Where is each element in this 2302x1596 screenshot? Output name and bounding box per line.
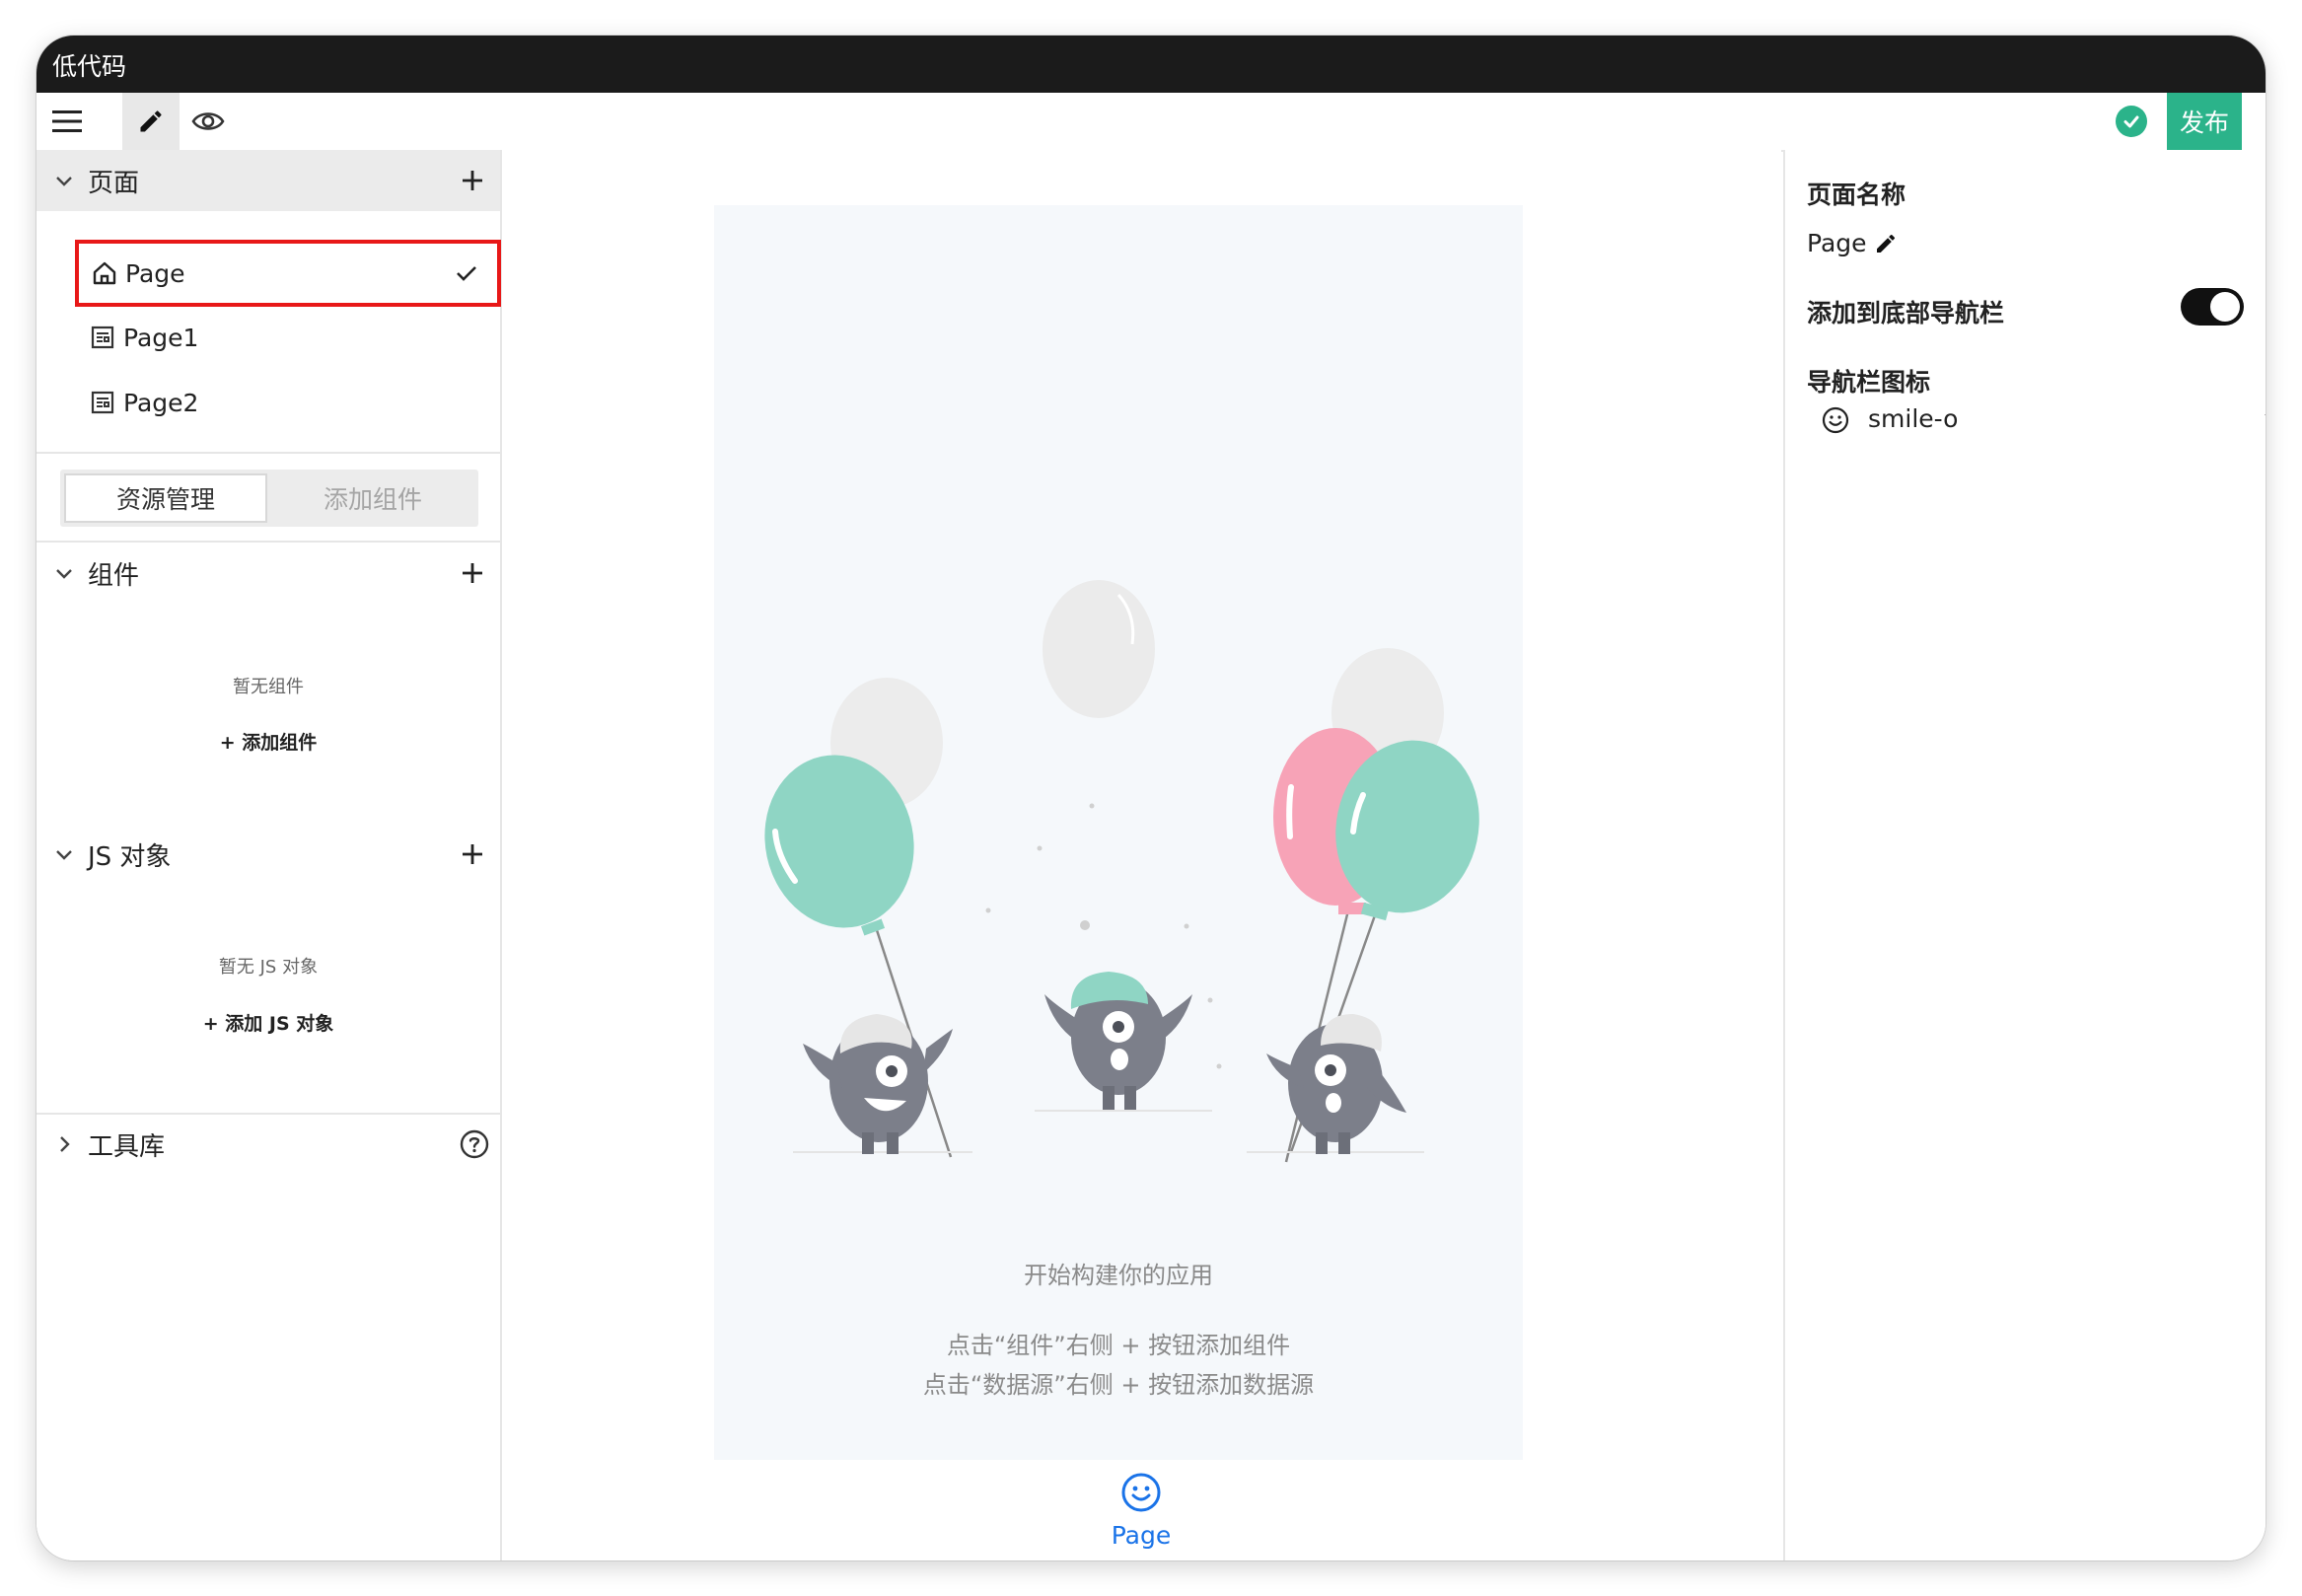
- pages-section-title: 页面: [88, 168, 140, 198]
- toolbar: 发布: [36, 93, 2266, 152]
- js-objects-section-title: JS 对象: [88, 841, 172, 872]
- smile-icon: [1822, 406, 1849, 434]
- help-icon[interactable]: [459, 1128, 490, 1160]
- empty-state-hint-components: 点击“组件”右侧 + 按钮添加组件: [946, 1332, 1291, 1359]
- bottom-nav-toggle[interactable]: [2181, 288, 2244, 326]
- pages-section-header[interactable]: 页面: [36, 150, 500, 211]
- app-title: 低代码: [52, 52, 127, 81]
- components-section-title: 组件: [88, 560, 140, 591]
- pencil-icon: [140, 110, 162, 132]
- page-item-label: Page: [125, 258, 185, 288]
- saved-status: [2116, 106, 2147, 137]
- js-objects-empty-text: 暂无 JS 对象: [218, 957, 319, 978]
- bottom-tab-page[interactable]: Page: [1084, 1472, 1198, 1550]
- page-item-label: Page1: [123, 323, 199, 352]
- tab-resources[interactable]: 资源管理: [64, 473, 267, 523]
- bottom-nav-label: 添加到底部导航栏: [1807, 299, 2005, 327]
- toggle-knob: [2210, 292, 2240, 322]
- page-item-page2[interactable]: Page2: [76, 373, 490, 432]
- menu-button[interactable]: [38, 93, 96, 150]
- components-empty-text: 暂无组件: [233, 677, 304, 697]
- page-item-page[interactable]: Page: [75, 240, 501, 307]
- caret-down-icon: [2265, 414, 2266, 423]
- add-js-object-link[interactable]: + 添加 JS 对象: [36, 1009, 500, 1036]
- page-icon: [91, 326, 114, 349]
- publish-button[interactable]: 发布: [2167, 93, 2242, 150]
- page-icon: [91, 391, 114, 414]
- hamburger-menu-icon: [52, 110, 82, 132]
- toolkit-section-header[interactable]: 工具库: [36, 1114, 500, 1175]
- chevron-right-icon[interactable]: [52, 1132, 76, 1156]
- empty-state-illustration: [764, 580, 1479, 1163]
- smile-icon: [1121, 1473, 1161, 1512]
- nav-icon-label: 导航栏图标: [1807, 368, 1931, 397]
- components-section-header[interactable]: 组件: [36, 543, 500, 604]
- title-bar: 低代码: [36, 36, 2266, 93]
- design-canvas: 开始构建你的应用 点击“组件”右侧 + 按钮添加组件 点击“数据源”右侧 + 按…: [502, 150, 1781, 1560]
- nav-icon-value: smile-o: [1868, 404, 1959, 433]
- check-circle-icon: [2123, 115, 2139, 128]
- add-js-object-icon[interactable]: [459, 840, 486, 868]
- mobile-preview[interactable]: 开始构建你的应用 点击“组件”右侧 + 按钮添加组件 点击“数据源”右侧 + 按…: [714, 205, 1523, 1460]
- panel-tabs: 资源管理 添加组件: [60, 470, 478, 527]
- left-panel: 页面 Page Page1 Page2 资源管理 添加组件 组件 暂无组件 + …: [36, 150, 502, 1560]
- edit-name-icon[interactable]: [1874, 232, 1898, 255]
- edit-mode-button[interactable]: [122, 93, 180, 150]
- app-window: 低代码 发布 页面 Page Page1 Page2 资源管理 添加组件 组件 …: [36, 36, 2266, 1560]
- toolkit-section-title: 工具库: [88, 1131, 166, 1162]
- properties-panel: 页面名称 Page 添加到底部导航栏 导航栏图标 smile-o: [1783, 150, 2266, 1560]
- home-icon: [93, 261, 116, 285]
- divider: [36, 452, 500, 454]
- preview-button[interactable]: [180, 93, 237, 150]
- empty-state-title: 开始构建你的应用: [1024, 1262, 1213, 1289]
- add-component-link[interactable]: + 添加组件: [36, 728, 500, 755]
- eye-icon: [191, 112, 225, 130]
- chevron-down-icon[interactable]: [52, 842, 76, 866]
- check-icon: [457, 266, 476, 281]
- add-component-icon[interactable]: [459, 559, 486, 587]
- page-name-value: Page: [1807, 229, 1867, 257]
- empty-state-hint-datasources: 点击“数据源”右侧 + 按钮添加数据源: [922, 1371, 1315, 1399]
- page-item-label: Page2: [123, 388, 199, 417]
- chevron-down-icon[interactable]: [52, 561, 76, 585]
- tab-add-components[interactable]: 添加组件: [271, 473, 474, 523]
- nav-icon-select[interactable]: smile-o: [1807, 399, 2266, 444]
- page-item-page1[interactable]: Page1: [76, 308, 490, 367]
- page-name-label: 页面名称: [1807, 181, 1906, 209]
- bottom-tab-label: Page: [1111, 1521, 1172, 1550]
- chevron-down-icon[interactable]: [52, 169, 76, 192]
- add-page-icon[interactable]: [459, 167, 486, 194]
- js-objects-section-header[interactable]: JS 对象: [36, 824, 500, 885]
